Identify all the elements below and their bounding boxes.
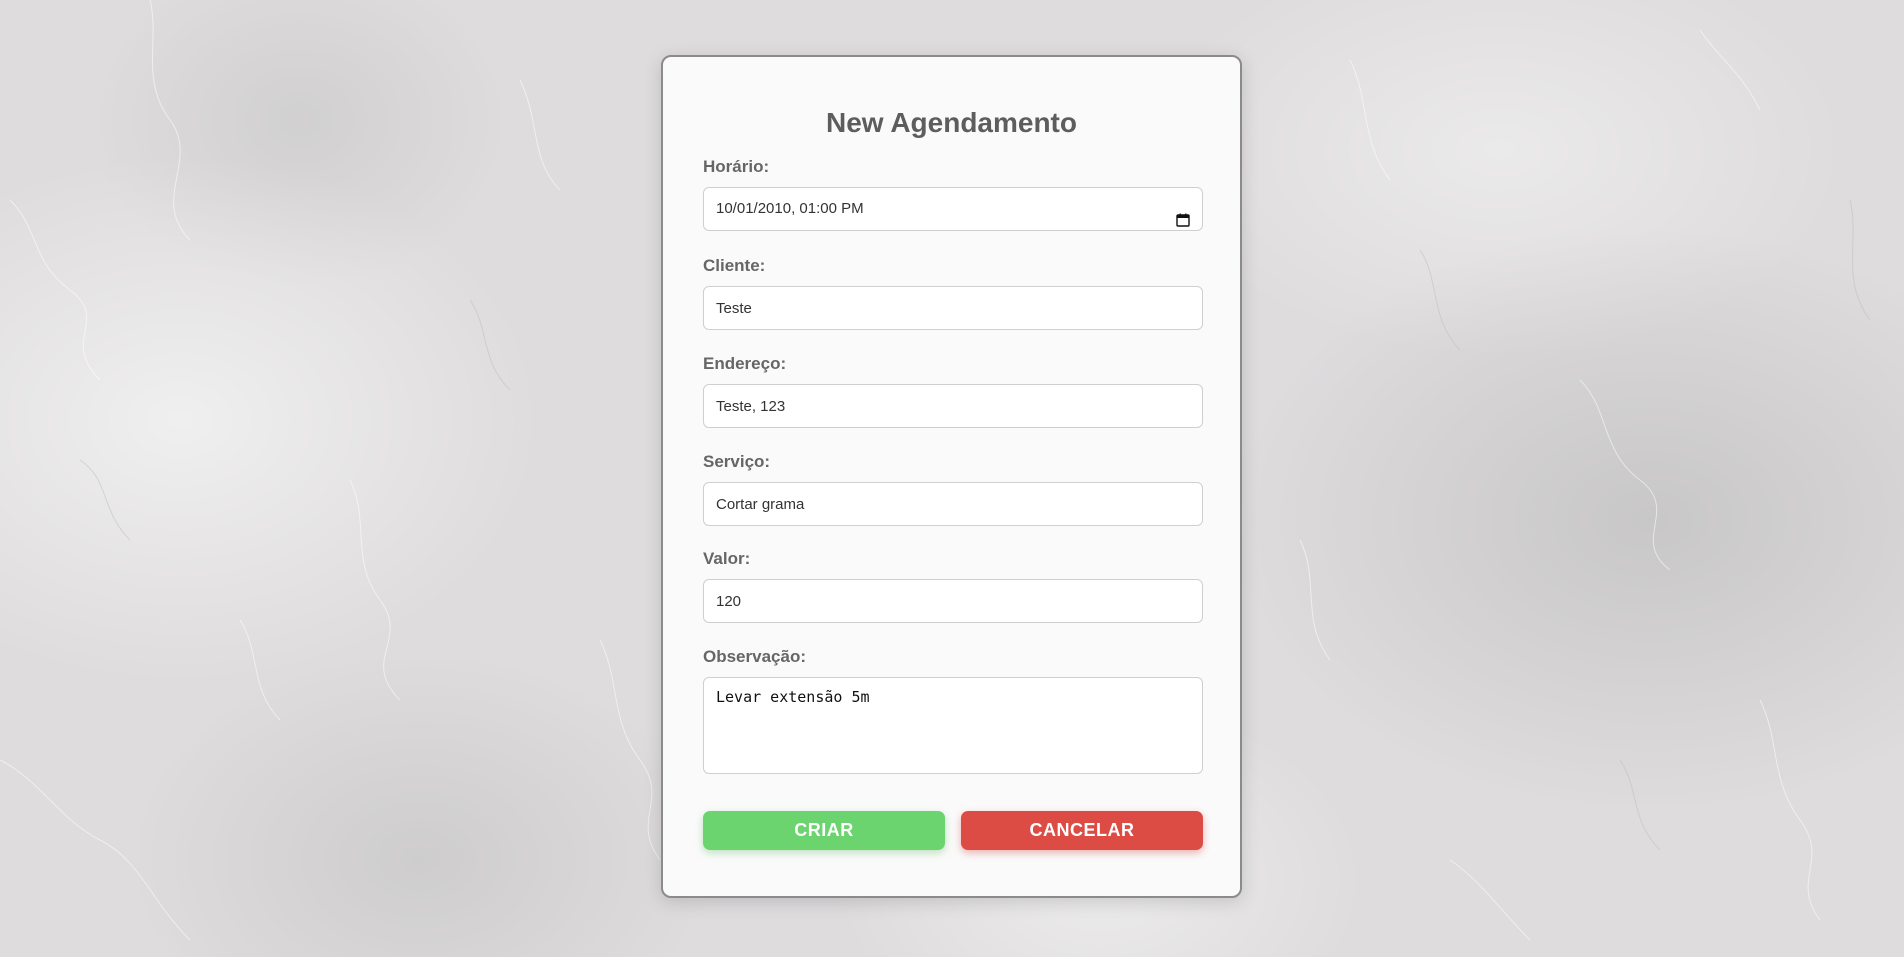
cliente-label: Cliente:: [703, 256, 766, 275]
horario-value: 10/01/2010, 01:00 PM: [716, 200, 864, 217]
servico-label: Serviço:: [703, 452, 771, 471]
endereco-label: Endereço:: [703, 354, 787, 373]
servico-input[interactable]: [703, 482, 1203, 526]
new-appointment-card: New Agendamento Horário: 10/01/2010, 01:…: [661, 55, 1242, 898]
cancel-button[interactable]: CANCELAR: [961, 811, 1203, 850]
valor-input[interactable]: [703, 579, 1203, 623]
create-button[interactable]: CRIAR: [703, 811, 945, 850]
calendar-icon[interactable]: [1176, 202, 1190, 227]
page-title: New Agendamento: [826, 107, 1077, 138]
observacao-field: Observação: Levar extensão 5m: [703, 647, 1203, 774]
horario-input[interactable]: 10/01/2010, 01:00 PM: [703, 187, 1203, 231]
endereco-input[interactable]: [703, 384, 1203, 428]
valor-label: Valor:: [703, 549, 751, 568]
servico-field: Serviço:: [703, 452, 1203, 526]
endereco-field: Endereço:: [703, 354, 1203, 428]
cliente-input[interactable]: [703, 286, 1203, 330]
cliente-field: Cliente:: [703, 256, 1203, 330]
horario-field: Horário: 10/01/2010, 01:00 PM: [703, 157, 1203, 231]
observacao-textarea[interactable]: Levar extensão 5m: [703, 677, 1203, 774]
valor-field: Valor:: [703, 549, 1203, 623]
observacao-label: Observação:: [703, 647, 806, 666]
horario-label: Horário:: [703, 157, 770, 176]
